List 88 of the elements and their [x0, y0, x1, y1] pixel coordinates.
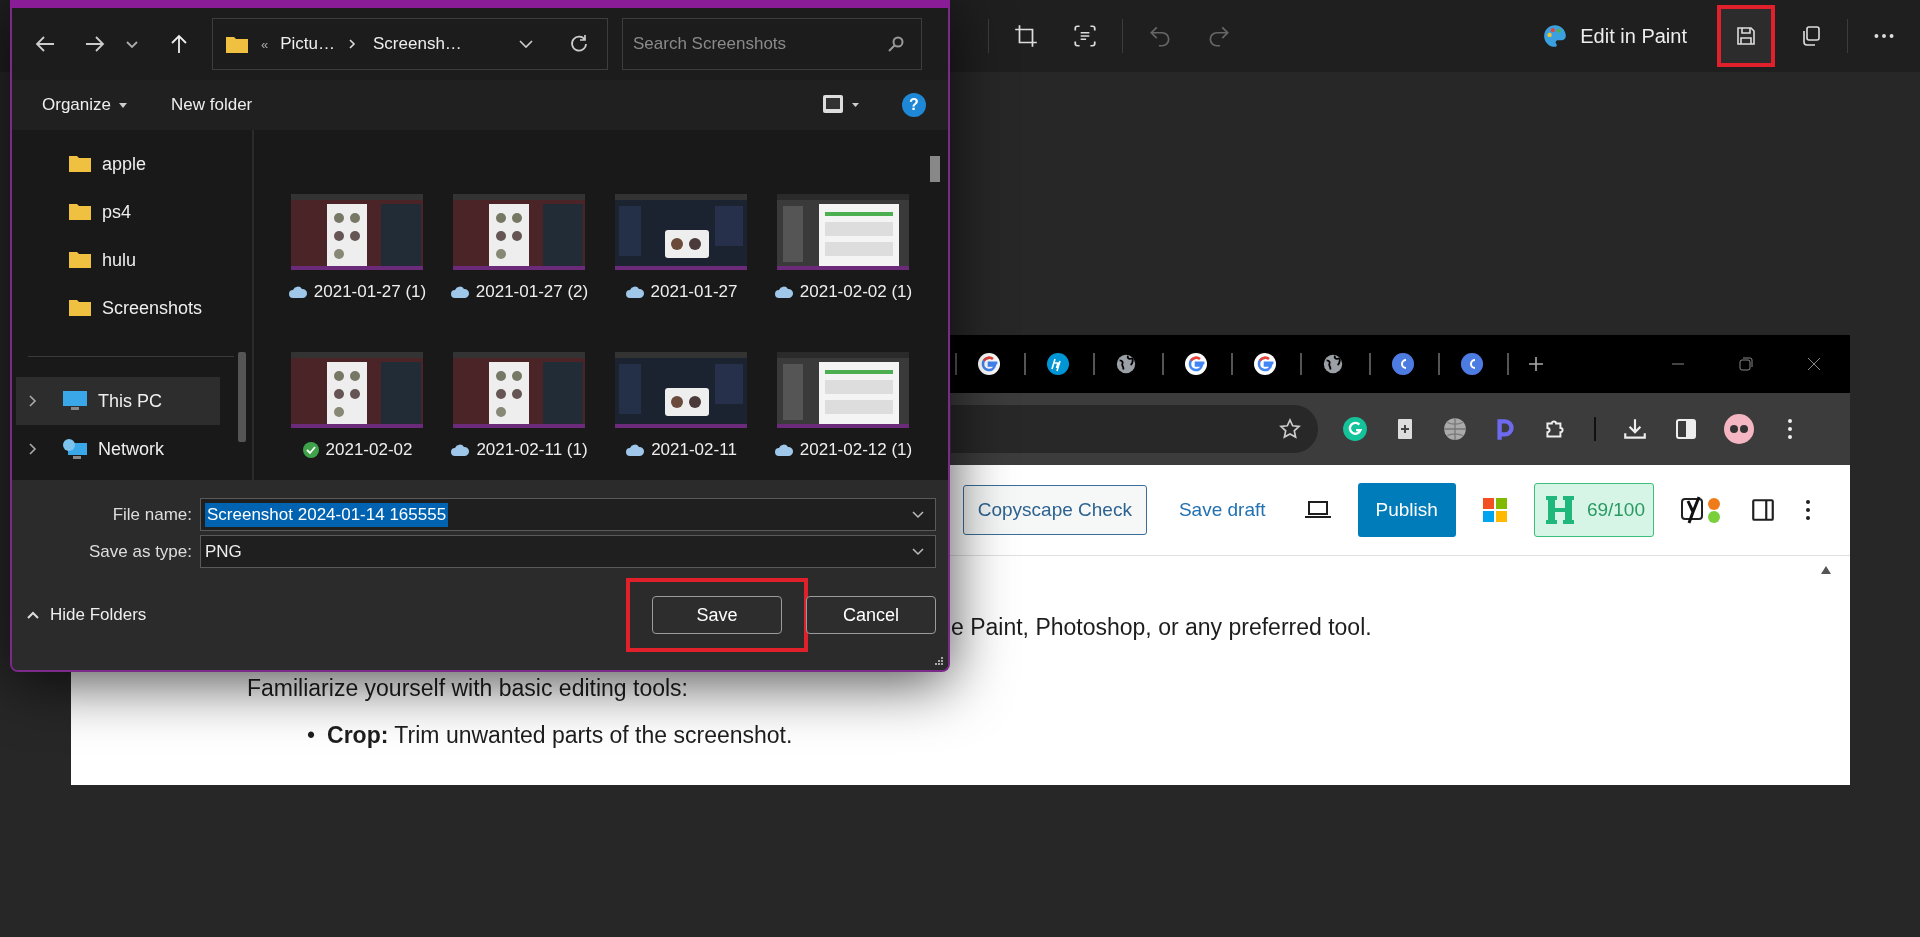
save-as-type-label: Save as type:	[88, 541, 192, 562]
help-button[interactable]: ?	[902, 93, 926, 117]
cloud-icon	[625, 443, 646, 457]
nav-item[interactable]: ps4	[16, 188, 220, 236]
scrollbar-thumb[interactable]	[930, 156, 940, 182]
check-circle-icon	[301, 441, 320, 459]
globe-tab-icon[interactable]	[1115, 353, 1137, 375]
nav-item[interactable]: Screenshots	[16, 284, 220, 332]
palette-icon	[1542, 23, 1569, 49]
new-tab-icon[interactable]	[1527, 355, 1545, 373]
save-button[interactable]: Save	[652, 596, 782, 634]
file-name[interactable]: 2021-02-02	[325, 440, 413, 460]
file-name[interactable]: 2021-02-02 (1)	[799, 282, 913, 302]
chevron-up-icon	[26, 610, 40, 620]
bullet-mark: •	[307, 722, 316, 750]
file-name[interactable]: 2021-01-27	[650, 282, 738, 302]
caret-down-icon	[119, 102, 127, 108]
file-name-field[interactable]: Screenshot 2024-01-14 165555	[200, 498, 936, 531]
monitor-icon	[62, 390, 88, 412]
command-button[interactable]: New folder	[155, 91, 269, 119]
network-icon	[62, 438, 88, 460]
search-icon	[888, 36, 904, 52]
folder-icon	[68, 250, 92, 270]
file-name[interactable]: 2021-01-27 (2)	[475, 282, 589, 302]
edit-in-paint-button[interactable]: Edit in Paint	[1534, 23, 1695, 49]
cloud-icon	[449, 285, 470, 299]
globe-tab-icon[interactable]	[1322, 353, 1344, 375]
address-field[interactable]: « Pictu… Screensh…	[212, 18, 608, 70]
cloud-icon	[450, 443, 471, 457]
bullet-item: Crop: Trim unwanted parts of the screenshot.	[327, 722, 793, 750]
chevron-right-icon[interactable]	[28, 442, 38, 456]
hp-tab-icon[interactable]	[1046, 352, 1070, 376]
breadcrumb-item[interactable]: Pictu…	[280, 34, 336, 54]
folder-icon	[68, 202, 92, 222]
globe-icon[interactable]	[1442, 416, 1468, 442]
nav-item[interactable]: hulu	[16, 236, 220, 284]
cloud-icon	[773, 443, 794, 457]
google-tab-icon[interactable]	[1184, 352, 1208, 376]
breadcrumb-item[interactable]: Screensh…	[373, 34, 462, 54]
sidebar-toggle-icon[interactable]	[1750, 497, 1776, 523]
canva-tab-icon[interactable]	[1460, 352, 1484, 376]
folder-icon	[68, 298, 92, 318]
scrollbar-thumb[interactable]	[238, 352, 246, 442]
windows-logo-icon[interactable]	[1481, 497, 1508, 523]
view-options-icon[interactable]	[822, 94, 860, 116]
breadcrumb-item[interactable]: «	[261, 36, 269, 52]
restore-icon[interactable]	[1738, 356, 1754, 372]
d-extension-icon[interactable]	[1494, 416, 1516, 442]
nav-item[interactable]: Network	[16, 425, 220, 473]
file-name[interactable]: 2021-02-11 (1)	[476, 440, 588, 460]
refresh-icon[interactable]	[569, 34, 589, 54]
paragraph-text: e Paint, Photoshop, or any preferred tool.	[951, 614, 1373, 641]
chevron-down-icon[interactable]	[911, 509, 925, 520]
file-name[interactable]: 2021-02-12 (1)	[799, 440, 913, 460]
download-icon[interactable]	[1622, 416, 1648, 442]
nav-item[interactable]: This PC	[16, 377, 220, 425]
paragraph-text: Familiarize yourself with basic editing tools:	[247, 675, 689, 702]
save-draft-button[interactable]: Save draft	[1172, 498, 1272, 522]
side-panel-icon[interactable]	[1674, 417, 1698, 441]
nav-item[interactable]: apple	[16, 140, 220, 188]
avatar-icon[interactable]	[1724, 414, 1754, 444]
command-button[interactable]: Organize	[26, 91, 143, 119]
hide-folders-button[interactable]: Hide Folders	[12, 604, 153, 626]
file-name-label: File name:	[111, 504, 192, 525]
close-icon[interactable]	[1806, 356, 1822, 372]
search-field[interactable]: Search Screenshots	[622, 18, 922, 70]
preview-laptop-icon[interactable]	[1303, 500, 1332, 520]
google-tab-icon[interactable]	[977, 352, 1001, 376]
cancel-button[interactable]: Cancel	[806, 596, 936, 634]
publish-button[interactable]: Publish	[1357, 483, 1456, 537]
save-icon[interactable]	[1717, 5, 1775, 67]
scroll-up-icon[interactable]	[1820, 565, 1832, 575]
save-as-type-dropdown[interactable]: PNG	[200, 535, 936, 568]
folder-icon	[68, 154, 92, 174]
star-icon[interactable]	[1278, 417, 1302, 441]
copyscape-check-button[interactable]: Copyscape Check	[962, 485, 1147, 535]
google-tab-icon[interactable]	[1253, 352, 1277, 376]
cloud-icon	[773, 285, 794, 299]
folder-icon	[225, 34, 249, 54]
grammarly-icon[interactable]	[1342, 416, 1368, 442]
file-name[interactable]: 2021-01-27 (1)	[313, 282, 427, 302]
cloud-icon	[287, 285, 308, 299]
chevron-down-icon[interactable]	[911, 546, 925, 557]
file-name[interactable]: 2021-02-11	[651, 440, 737, 460]
chevron-right-icon[interactable]	[28, 394, 38, 408]
canva-tab-icon[interactable]	[1391, 352, 1415, 376]
cloud-icon	[624, 285, 645, 299]
resize-grip-icon[interactable]	[934, 656, 944, 666]
